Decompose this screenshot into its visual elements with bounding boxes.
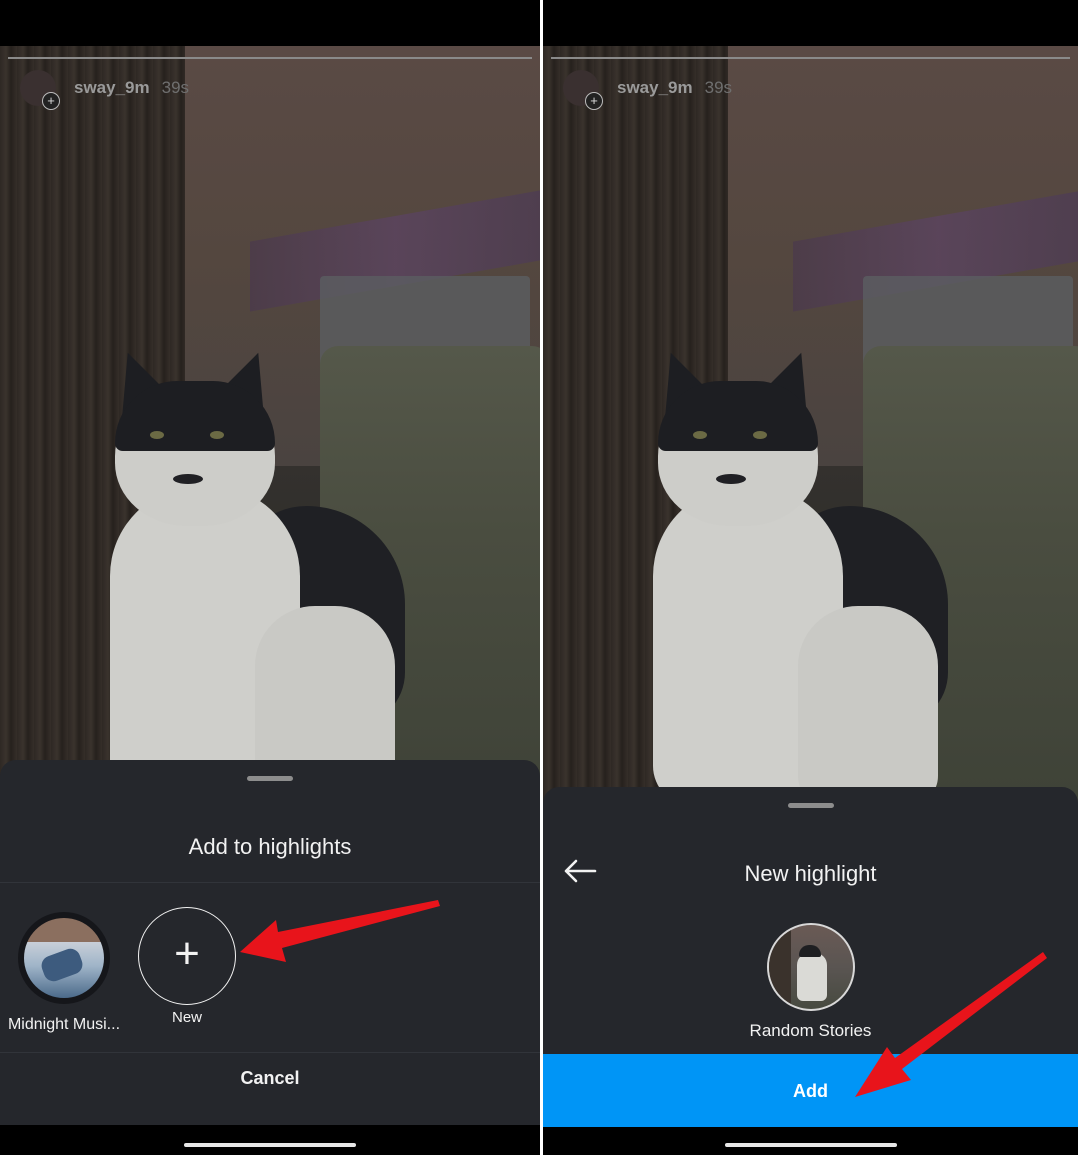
story-progress-bar: [8, 57, 532, 59]
highlight-preview: Random Stories: [543, 923, 1078, 1041]
home-indicator[interactable]: [184, 1143, 356, 1147]
avatar[interactable]: +: [563, 70, 603, 110]
highlight-cover-image[interactable]: [766, 923, 855, 1011]
avatar[interactable]: +: [20, 70, 60, 110]
divider: [0, 1052, 540, 1053]
divider: [0, 882, 540, 883]
sheet-title: New highlight: [744, 861, 877, 886]
sheet-title: Add to highlights: [188, 834, 352, 859]
highlight-cover-ring: [18, 912, 110, 1004]
story-timestamp: 39s: [704, 78, 733, 97]
highlight-name[interactable]: Random Stories: [543, 1021, 1078, 1041]
plus-icon: +: [138, 907, 236, 1005]
sheet-drag-handle[interactable]: [247, 776, 293, 781]
add-button[interactable]: Add: [543, 1054, 1078, 1127]
right-screenshot: + sway_9m 39s New highlight Random Stori…: [543, 0, 1078, 1155]
story-username[interactable]: sway_9m: [74, 78, 150, 98]
sheet-drag-handle[interactable]: [787, 803, 834, 808]
highlight-label: Midnight Musi...: [7, 1016, 121, 1033]
new-highlight-label: New: [171, 1009, 202, 1026]
story-photo: [0, 46, 540, 806]
story-header: + sway_9m 39s: [20, 70, 190, 110]
highlight-item[interactable]: Midnight Musi...: [2, 912, 126, 1034]
story-timestamp: 39s: [161, 78, 190, 97]
story-header: + sway_9m 39s: [563, 70, 733, 110]
left-screenshot: + sway_9m 39s Add to highlights Midnight…: [0, 0, 540, 1155]
highlight-cover-image: [24, 918, 104, 998]
cancel-button[interactable]: Cancel: [0, 1068, 540, 1089]
story-username[interactable]: sway_9m: [617, 78, 693, 98]
story-progress-bar: [551, 57, 1070, 59]
new-highlight-button[interactable]: + New: [137, 907, 237, 1026]
add-story-icon: +: [585, 92, 603, 110]
new-highlight-sheet: New highlight Random Stories Add: [543, 787, 1078, 1127]
home-indicator[interactable]: [724, 1143, 897, 1147]
story-photo: [543, 46, 1078, 806]
add-to-highlights-sheet: Add to highlights Midnight Musi... + New…: [0, 760, 540, 1125]
add-story-icon: +: [42, 92, 60, 110]
